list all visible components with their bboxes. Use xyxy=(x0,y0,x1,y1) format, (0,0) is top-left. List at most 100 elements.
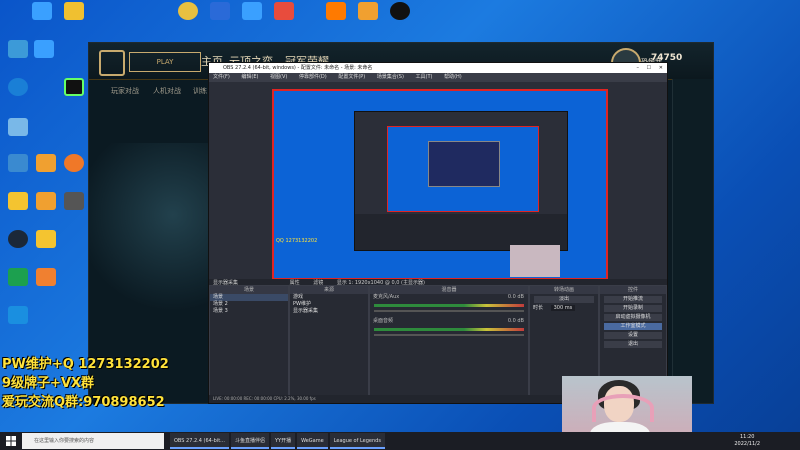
virtual-camera-button[interactable]: 启动虚拟摄像机 xyxy=(604,314,662,321)
menu-file[interactable]: 文件(F) xyxy=(213,74,230,80)
desktop-icon[interactable] xyxy=(30,268,62,288)
app-icon xyxy=(32,2,52,20)
app-icon xyxy=(64,78,84,96)
source-item[interactable]: PW维护 xyxy=(290,301,368,308)
desktop-icon[interactable] xyxy=(58,78,90,98)
desktop-icon[interactable] xyxy=(2,306,34,326)
start-streaming-button[interactable]: 开始推流 xyxy=(604,296,662,303)
scene-item[interactable]: 场景 xyxy=(210,294,288,301)
scenes-header: 场景 xyxy=(210,286,288,294)
scenes-panel: 场景 场景 场景 2 场景 3 xyxy=(209,285,289,403)
maximize-icon[interactable]: ☐ xyxy=(647,63,651,73)
menu-view[interactable]: 视图(V) xyxy=(270,74,287,80)
mixer-track-level: 0.0 dB xyxy=(507,294,524,300)
desktop-icon[interactable] xyxy=(268,2,300,22)
desktop-icon[interactable] xyxy=(320,2,352,22)
app-icon xyxy=(358,2,378,20)
task-obs[interactable]: OBS 27.2.4 (64-bit... xyxy=(170,433,229,449)
desktop-icon[interactable] xyxy=(204,2,236,22)
task-douyu[interactable]: 斗鱼直播伴侣 xyxy=(230,433,269,449)
studio-mode-button[interactable]: 工作室模式 xyxy=(604,323,662,330)
menu-scene-collection[interactable]: 场景集合(S) xyxy=(377,74,404,80)
volume-meter xyxy=(374,328,524,331)
desktop-icon[interactable] xyxy=(26,2,58,22)
obs-menu-bar: 文件(F) 编辑(E) 视图(V) 停靠部件(D) 配置文件(P) 场景集合(S… xyxy=(209,73,667,82)
desktop-icon[interactable] xyxy=(2,78,34,98)
nested-capture xyxy=(354,111,568,251)
edge-icon xyxy=(8,78,28,96)
friends-sidebar xyxy=(672,79,713,403)
source-item[interactable]: 显示器采集 xyxy=(290,308,368,315)
exit-button[interactable]: 退出 xyxy=(604,341,662,348)
desktop-icon[interactable] xyxy=(384,2,416,22)
preview-promo-text: QQ 1273132202 xyxy=(276,238,318,244)
desktop-icon[interactable] xyxy=(58,154,90,174)
scene-item[interactable]: 场景 2 xyxy=(210,301,288,308)
play-button[interactable]: PLAY xyxy=(129,52,201,72)
close-icon[interactable]: ✕ xyxy=(659,63,663,73)
menu-edit[interactable]: 编辑(E) xyxy=(241,74,258,80)
transition-select[interactable]: 淡出 xyxy=(534,296,594,303)
desktop-icon[interactable] xyxy=(2,118,34,138)
app-icon xyxy=(210,2,230,20)
app-icon xyxy=(326,2,346,20)
app-icon xyxy=(64,2,84,20)
nested-preview-inner xyxy=(428,141,500,187)
menu-docks[interactable]: 停靠部件(D) xyxy=(299,74,327,80)
app-icon xyxy=(34,40,54,58)
promo-line: PW维护+Q 1273132202 xyxy=(2,357,169,372)
minimize-icon[interactable]: – xyxy=(637,63,640,73)
obs-title-bar: OBS 27.2.4 (64-bit, windows) - 配置文件: 未命名… xyxy=(209,63,667,73)
desktop-icon[interactable] xyxy=(30,230,62,250)
app-icon xyxy=(274,2,294,20)
obs-window: OBS 27.2.4 (64-bit, windows) - 配置文件: 未命名… xyxy=(208,62,668,404)
settings-button[interactable]: 设置 xyxy=(604,332,662,339)
volume-slider[interactable] xyxy=(374,334,524,336)
mixer-panel: 混音器 麦克风/Aux 0.0 dB 桌面音频 0.0 dB xyxy=(369,285,529,403)
task-lol[interactable]: League of Legends xyxy=(329,433,385,449)
desktop: { "desktop": { "icons_top": [ {"label":"… xyxy=(0,0,800,450)
desktop-icon[interactable] xyxy=(58,2,90,22)
taskbar-search[interactable]: 在这里输入你要搜索的内容 xyxy=(22,433,164,449)
promo-line: 爱玩交流Q群:970898652 xyxy=(2,395,165,410)
desktop-icon[interactable] xyxy=(172,2,204,22)
desktop-icon[interactable] xyxy=(28,40,60,60)
windows-icon xyxy=(6,436,16,446)
desktop-icon[interactable] xyxy=(352,2,384,22)
volume-slider[interactable] xyxy=(374,310,524,312)
task-yy[interactable]: YY开播 xyxy=(270,433,296,449)
duration-label: 时长 xyxy=(533,305,544,311)
nested-preview xyxy=(387,126,539,212)
subtab-pvp[interactable]: 玩家对战 xyxy=(111,86,139,96)
subtab-coop[interactable]: 人机对战 xyxy=(153,86,181,96)
menu-help[interactable]: 帮助(H) xyxy=(444,74,462,80)
app-icon xyxy=(36,192,56,210)
promo-overlay: PW维护+Q 1273132202 9级牌子+VX群 爱玩交流Q群:970898… xyxy=(2,355,169,412)
desktop-icon[interactable] xyxy=(236,2,268,22)
promo-line: 9级牌子+VX群 xyxy=(2,376,95,391)
start-recording-button[interactable]: 开始录制 xyxy=(604,305,662,312)
app-icon xyxy=(8,268,28,286)
duration-input[interactable]: 300 ms xyxy=(550,305,576,311)
app-icon xyxy=(36,154,56,172)
menu-profile[interactable]: 配置文件(P) xyxy=(338,74,365,80)
source-item[interactable]: 游戏 xyxy=(290,294,368,301)
mixer-track-name: 麦克风/Aux 0.0 dB xyxy=(370,294,528,301)
mixer-track-label: 桌面音频 xyxy=(373,318,394,324)
start-button[interactable] xyxy=(0,432,22,450)
task-wegame[interactable]: WeGame xyxy=(297,433,328,449)
app-icon xyxy=(8,306,28,324)
menu-tools[interactable]: 工具(T) xyxy=(416,74,433,80)
desktop-icon[interactable] xyxy=(58,192,90,212)
mixer-track-name: 桌面音频 0.0 dB xyxy=(370,318,528,325)
taskbar-clock[interactable]: 11:20 2022/11/2 xyxy=(734,434,760,448)
scene-item[interactable]: 场景 3 xyxy=(210,308,288,315)
mixer-header: 混音器 xyxy=(370,286,528,294)
app-icon xyxy=(8,118,28,136)
subtab-training[interactable]: 训练 xyxy=(193,86,207,96)
transitions-header: 转场动画 xyxy=(530,286,598,294)
clock-date: 2022/11/2 xyxy=(734,441,760,447)
obs-preview[interactable]: QQ 1273132202 xyxy=(272,89,608,280)
app-icon xyxy=(64,192,84,210)
app-icon xyxy=(178,2,198,20)
